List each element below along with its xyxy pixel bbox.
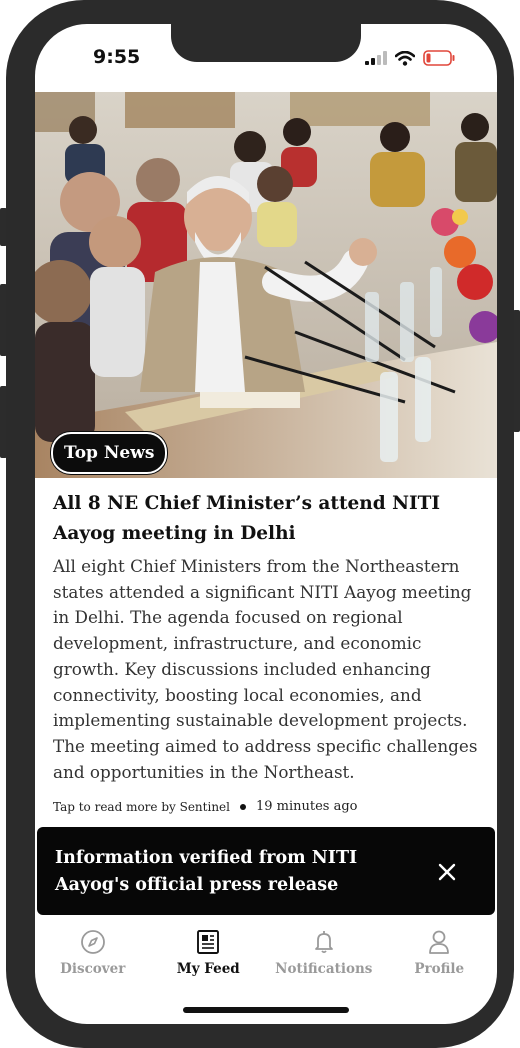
newspaper-icon (197, 930, 220, 954)
phone-frame: 9:55 Top News All 8 NE Chief Minister’s … (6, 0, 514, 1048)
screen: 9:55 Top News All 8 NE Chief Minister’s … (35, 24, 497, 1024)
nav-item-discover[interactable]: Discover (35, 920, 150, 977)
article-meta[interactable]: Tap to read more by Sentinel 19 minutes … (53, 799, 483, 814)
article-headline[interactable]: All 8 NE Chief Minister’s attend NITI Aa… (53, 489, 483, 549)
compass-icon (80, 930, 105, 954)
status-icons (365, 50, 455, 66)
article-body[interactable]: All eight Chief Ministers from the North… (53, 554, 483, 785)
separator-dot (239, 803, 246, 810)
nav-item-profile[interactable]: Profile (382, 920, 497, 977)
status-time: 9:55 (93, 46, 141, 68)
verification-toast: Information verified from NITI Aayog's o… (37, 827, 495, 915)
power-button (513, 310, 520, 432)
time-ago: 19 minutes ago (255, 799, 358, 814)
top-news-badge: Top News (51, 432, 168, 474)
battery-low-icon (423, 50, 455, 66)
wifi-icon (395, 50, 415, 66)
toast-message: Information verified from NITI Aayog's o… (55, 848, 358, 895)
bottom-nav: Discover My Feed Notifications Profile (35, 920, 497, 984)
bell-icon (314, 931, 333, 954)
nav-label-profile: Profile (414, 961, 465, 977)
home-indicator[interactable] (183, 1007, 349, 1013)
person-icon (429, 930, 450, 954)
camera-notch (171, 24, 361, 62)
signal-icon (365, 51, 387, 65)
article-photo[interactable] (35, 92, 497, 478)
nav-item-my-feed[interactable]: My Feed (151, 920, 266, 977)
nav-label-my-feed: My Feed (176, 961, 240, 977)
close-icon[interactable] (435, 860, 459, 884)
nav-label-notifications: Notifications (275, 961, 373, 977)
read-more-source[interactable]: Tap to read more by Sentinel (53, 800, 230, 814)
nav-item-notifications[interactable]: Notifications (266, 920, 381, 977)
nav-label-discover: Discover (60, 961, 126, 977)
